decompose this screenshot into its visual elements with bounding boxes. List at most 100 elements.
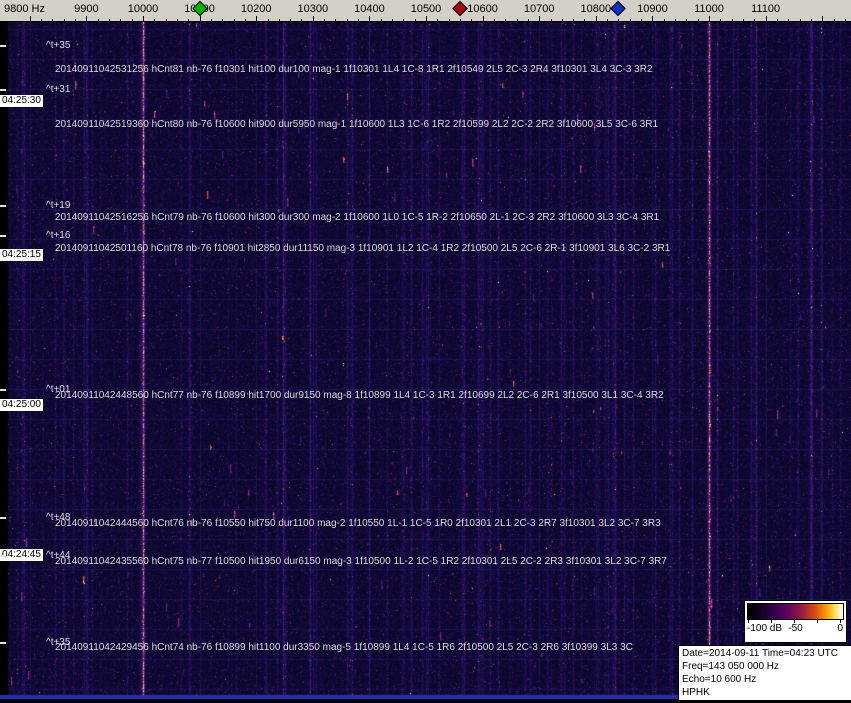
freq-label: 10700 (523, 3, 555, 15)
ruler-tick (788, 19, 789, 21)
freq-label: 10300 (297, 3, 329, 15)
event-detection-line: 20140911042435560 hCnt75 nb-77 f10500 hi… (55, 556, 667, 567)
event-detection-line: 20140911042519360 hCnt80 nb-76 f10600 hi… (55, 119, 659, 130)
ruler-tick (415, 19, 416, 21)
ruler-tick (256, 16, 257, 21)
ruler-tick (403, 19, 404, 21)
ruler-tick (437, 19, 438, 21)
ruler-tick (686, 19, 687, 21)
event-detection-line: 20140911042429456 hCnt74 nb-76 f10899 hi… (55, 642, 633, 653)
freq-label: 10500 (410, 3, 442, 15)
ruler-tick (177, 19, 178, 21)
ruler-tick (471, 19, 472, 21)
ruler-tick (777, 19, 778, 21)
meteor-spectrogram-screen: 9800 Hz990010000101001020010300104001050… (0, 0, 851, 703)
ruler-tick (720, 19, 721, 21)
ruler-tick (754, 19, 755, 21)
info-station: HPHK (682, 687, 710, 698)
legend-label-max: 0 (837, 623, 843, 634)
ruler-tick (290, 19, 291, 21)
ruler-tick (335, 19, 336, 21)
ruler-tick (811, 19, 812, 21)
legend-labels: -100 dB -50 0 (745, 623, 846, 637)
ruler-tick (358, 19, 359, 21)
marker-diamond-red[interactable] (452, 0, 468, 17)
ruler-tick (41, 19, 42, 21)
ruler-tick (52, 19, 53, 21)
ruler-tick (652, 16, 653, 21)
ruler-tick (132, 19, 133, 21)
ruler-tick (834, 19, 835, 21)
time-axis-label: 04:24:45 (0, 549, 43, 561)
legend-label-mid: -50 (788, 623, 803, 634)
info-frequency: Freq=143 050 000 Hz (682, 661, 780, 672)
color-gradient-bar (747, 603, 844, 620)
info-date-time: Date=2014-09-11 Time=04:23 UTC (682, 648, 839, 659)
info-echo: Echo=10 600 Hz (682, 674, 757, 685)
ruler-tick (222, 19, 223, 21)
time-axis-label: 04:25:00 (0, 399, 43, 411)
freq-label: 11100 (751, 3, 781, 15)
freq-label: 11000 (694, 3, 724, 15)
ruler-tick (494, 19, 495, 21)
ruler-tick (109, 19, 110, 21)
ruler-tick (120, 19, 121, 21)
ruler-tick (562, 19, 563, 21)
time-axis-label: 04:25:15 (0, 249, 43, 261)
ruler-tick (324, 19, 325, 21)
ruler-tick (381, 19, 382, 21)
ruler-tick (392, 19, 393, 21)
event-time-tag: ^t+19 (46, 200, 71, 211)
freq-label: 9900 (74, 3, 99, 15)
ruler-tick (641, 19, 642, 21)
ruler-tick (30, 16, 31, 21)
ruler-tick (551, 19, 552, 21)
ruler-tick (618, 19, 619, 21)
ruler-tick (505, 19, 506, 21)
event-detection-line: 20140911042448560 hCnt77 nb-76 f10899 hi… (55, 390, 664, 401)
event-detection-line: 20140911042444560 hCnt76 nb-76 f10550 hi… (55, 518, 661, 529)
ruler-tick (86, 16, 87, 21)
ruler-tick (709, 16, 710, 21)
ruler-tick (573, 19, 574, 21)
ruler-tick (154, 19, 155, 21)
ruler-tick (800, 19, 801, 21)
ruler-tick (539, 16, 540, 21)
ruler-tick (188, 19, 189, 21)
ruler-tick (675, 19, 676, 21)
left-edge-tick (0, 555, 6, 557)
ruler-tick (584, 19, 585, 21)
ruler-tick (245, 19, 246, 21)
ruler-tick (301, 19, 302, 21)
ruler-tick (166, 19, 167, 21)
event-time-tag: ^t+35 (46, 40, 71, 51)
ruler-tick (98, 19, 99, 21)
status-info-box: Date=2014-09-11 Time=04:23 UTC Freq=143 … (678, 645, 851, 701)
left-edge-tick (0, 205, 6, 207)
left-edge-tick (0, 235, 6, 237)
ruler-tick (279, 19, 280, 21)
event-detection-line: 20140911042501160 hCnt78 nb-76 f10901 hi… (55, 243, 671, 254)
ruler-tick (630, 19, 631, 21)
freq-label: 10200 (240, 3, 272, 15)
ruler-tick (743, 19, 744, 21)
freq-label: 10400 (354, 3, 385, 15)
left-edge-tick (0, 89, 6, 91)
ruler-tick (607, 19, 608, 21)
freq-label: 9800 Hz (4, 3, 45, 15)
ruler-tick (845, 19, 846, 21)
left-edge-tick (0, 642, 6, 644)
ruler-tick (347, 19, 348, 21)
marker-diamond-blue[interactable] (610, 0, 627, 17)
ruler-tick (313, 16, 314, 21)
ruler-tick (268, 19, 269, 21)
ruler-tick (528, 19, 529, 21)
ruler-tick (460, 19, 461, 21)
left-edge-tick (0, 389, 6, 391)
ruler-tick (426, 16, 427, 21)
ruler-tick (143, 16, 144, 21)
frequency-ruler: 9800 Hz990010000101001020010300104001050… (0, 0, 851, 22)
ruler-tick (483, 16, 484, 21)
ruler-tick (200, 16, 201, 21)
ruler-tick (517, 19, 518, 21)
